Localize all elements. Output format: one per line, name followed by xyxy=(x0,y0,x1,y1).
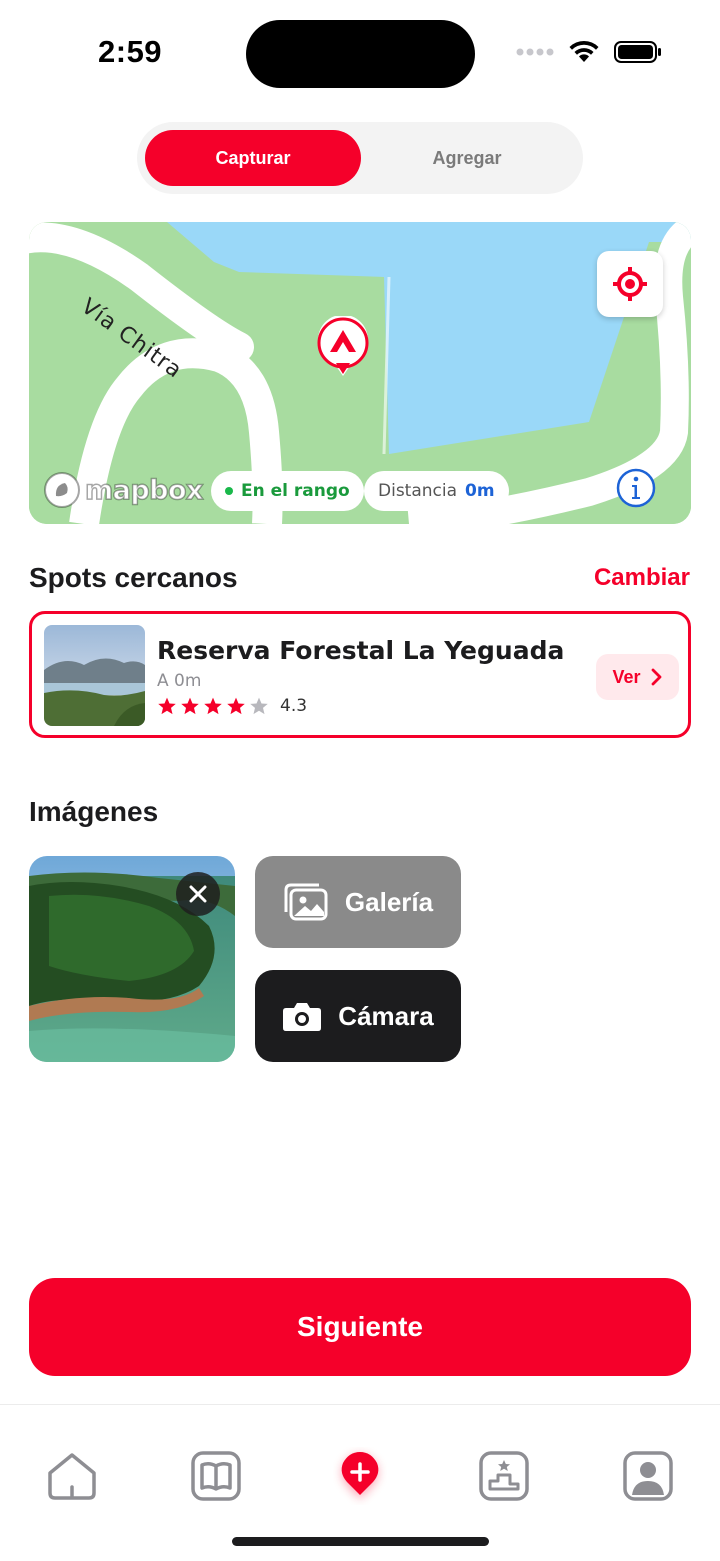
pin-icon xyxy=(317,314,369,376)
locate-me-button[interactable] xyxy=(597,251,663,317)
change-spot-link[interactable]: Cambiar xyxy=(594,564,690,592)
range-status-label: En el rango xyxy=(241,481,350,501)
range-status-chip: En el rango xyxy=(211,471,364,511)
distance-label: Distancia xyxy=(378,481,458,501)
status-icons xyxy=(516,38,662,66)
chevron-right-icon xyxy=(651,668,661,686)
view-spot-button[interactable]: Ver xyxy=(596,654,679,700)
book-icon xyxy=(191,1451,241,1501)
remove-image-button[interactable] xyxy=(176,872,220,916)
status-time: 2:59 xyxy=(98,34,163,69)
tab-guide[interactable] xyxy=(189,1449,243,1503)
home-icon xyxy=(48,1453,96,1500)
battery-icon xyxy=(614,41,661,63)
tab-profile[interactable] xyxy=(621,1449,675,1503)
mapbox-logo[interactable]: mapbox xyxy=(43,470,204,510)
gallery-label: Galería xyxy=(344,886,434,917)
spot-rating-stars: 4.3 xyxy=(157,696,307,716)
gallery-icon xyxy=(284,883,328,921)
camera-label: Cámara xyxy=(338,1000,434,1031)
spots-section-title: Spots cercanos xyxy=(29,562,238,593)
distance-value: 0m xyxy=(465,481,495,501)
gallery-button[interactable]: Galería xyxy=(255,856,461,948)
star-icon xyxy=(158,697,176,715)
tab-ranking[interactable] xyxy=(477,1449,531,1503)
dynamic-island xyxy=(246,20,475,88)
camera-button[interactable]: Cámara xyxy=(255,970,461,1062)
add-icon xyxy=(341,1452,379,1499)
spot-name: Reserva Forestal La Yeguada xyxy=(157,636,565,665)
spot-photo xyxy=(44,625,145,726)
location-pin[interactable] xyxy=(316,314,370,383)
tab-home[interactable] xyxy=(45,1449,99,1503)
spot-rating-value: 4.3 xyxy=(280,696,308,716)
mapbox-wordmark: mapbox xyxy=(84,474,204,507)
wifi-icon xyxy=(569,40,599,62)
next-button[interactable]: Siguiente xyxy=(29,1278,691,1376)
spot-card[interactable]: Reserva Forestal La Yeguada A 0m 4.3 Ver xyxy=(29,611,691,738)
star-icon xyxy=(181,697,199,715)
home-indicator xyxy=(232,1537,489,1546)
cellular-icon xyxy=(516,48,554,56)
star-icon xyxy=(227,697,245,715)
images-section-title: Imágenes xyxy=(29,796,159,827)
distance-chip: Distancia 0m xyxy=(364,471,509,511)
map-view[interactable]: Vía Chitra mapbox En el rango Distancia xyxy=(29,222,691,524)
map-info-button[interactable] xyxy=(616,468,656,508)
status-dot xyxy=(225,487,233,495)
tab-capturar[interactable]: Capturar xyxy=(145,130,361,186)
star-empty-icon xyxy=(250,697,268,715)
spot-distance: A 0m xyxy=(157,671,202,691)
view-spot-label: Ver xyxy=(612,666,641,687)
mapbox-logo-icon xyxy=(44,472,80,508)
leaderboard-icon xyxy=(479,1451,529,1501)
info-icon xyxy=(616,468,656,508)
mode-segmented-control: Capturar Agregar xyxy=(137,122,583,194)
tab-add[interactable] xyxy=(333,1449,387,1503)
tab-agregar[interactable]: Agregar xyxy=(359,130,575,186)
crosshair-icon xyxy=(613,267,647,301)
spot-thumbnail xyxy=(44,625,145,726)
profile-icon xyxy=(623,1451,673,1501)
star-icon xyxy=(204,697,222,715)
camera-icon xyxy=(283,1003,322,1031)
close-icon xyxy=(189,885,207,903)
